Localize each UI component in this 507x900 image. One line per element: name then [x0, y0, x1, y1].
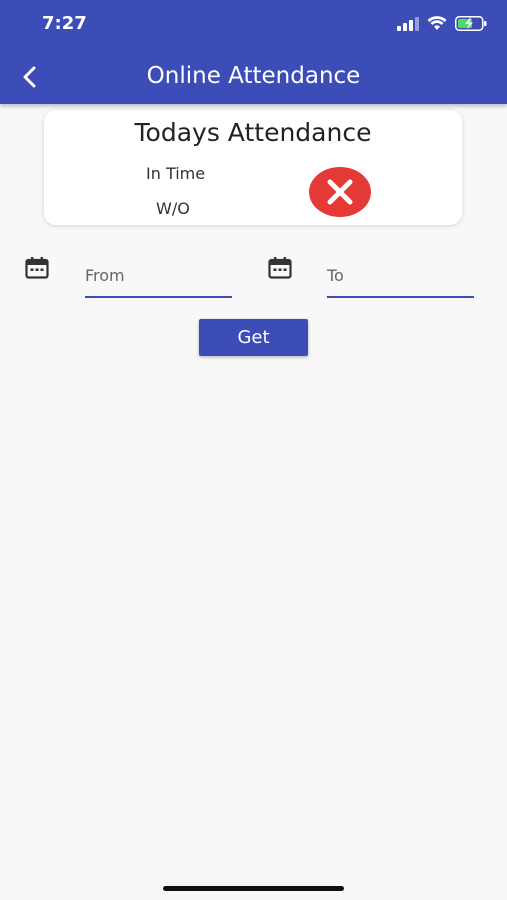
- status-time: 7:27: [42, 13, 87, 34]
- todays-attendance-card: Todays Attendance In Time W/O: [44, 110, 462, 225]
- status-icons: [397, 16, 487, 31]
- home-indicator: [163, 886, 344, 891]
- app-header: 7:27 Online Attendance: [0, 0, 507, 104]
- in-time-label: In Time: [146, 164, 206, 183]
- from-date-placeholder: From: [85, 266, 125, 285]
- app-screen: 7:27 Online Attendance Todays Attendance…: [0, 0, 507, 900]
- from-date-field[interactable]: From: [85, 258, 232, 298]
- to-date-field[interactable]: To: [327, 258, 474, 298]
- battery-charging-icon: [455, 16, 487, 31]
- signal-icon: [397, 16, 419, 31]
- calendar-icon[interactable]: [268, 257, 292, 279]
- page-title: Online Attendance: [146, 63, 361, 89]
- wifi-icon: [427, 16, 447, 30]
- card-title: Todays Attendance: [134, 118, 372, 147]
- to-date-placeholder: To: [327, 266, 344, 285]
- calendar-icon[interactable]: [25, 257, 49, 279]
- close-circle-icon: [309, 167, 371, 217]
- get-button[interactable]: Get: [199, 319, 308, 356]
- in-time-value: W/O: [156, 199, 190, 218]
